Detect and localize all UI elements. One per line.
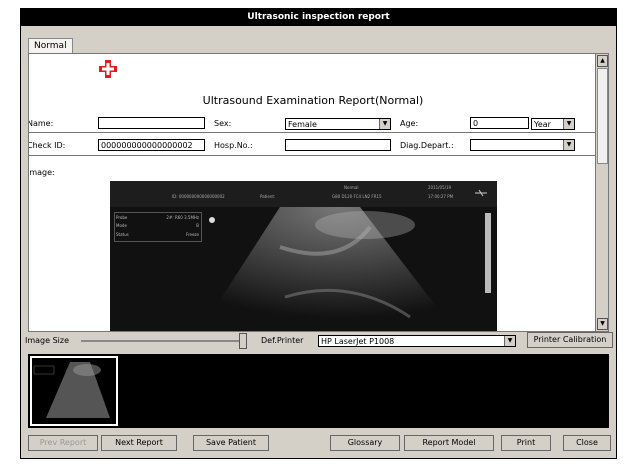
glossary-button[interactable]: Glossary (330, 435, 400, 451)
ultrasound-image: ID: 000000000000000002 Patient: Normal G… (110, 181, 497, 331)
def-printer-label: Def.Printer (261, 336, 304, 345)
us-time: 17:00:27 PM (428, 194, 454, 199)
age-field[interactable]: 0 (470, 117, 529, 129)
chevron-down-icon: ▼ (379, 119, 390, 129)
check-id-field[interactable]: 000000000000000002 (98, 139, 205, 151)
usb-icon (475, 189, 487, 197)
image-size-slider-track[interactable] (81, 340, 243, 342)
image-label: Image: (28, 168, 55, 177)
image-size-slider-handle[interactable] (239, 333, 247, 349)
chevron-down-icon: ▼ (563, 140, 574, 150)
sex-select[interactable]: Female ▼ (285, 118, 391, 130)
medical-cross-icon (99, 60, 117, 78)
scroll-down-icon[interactable]: ▼ (597, 318, 608, 330)
printer-value: HP LaserJet P1008 (321, 337, 395, 346)
us-mode-name: Normal (344, 185, 359, 190)
report-scrollbar[interactable]: ▲ ▼ (595, 54, 608, 331)
chevron-down-icon: ▼ (563, 119, 574, 129)
printer-select[interactable]: HP LaserJet P1008 ▼ (318, 335, 516, 347)
report-panel: Ultrasound Examination Report(Normal) Na… (28, 53, 609, 332)
report-window: Ultrasonic inspection report Normal Ultr… (20, 8, 617, 459)
sex-value: Female (288, 120, 317, 129)
report-model-button[interactable]: Report Model (404, 435, 494, 451)
us-date: 2011/05/19 (428, 185, 452, 190)
next-report-button[interactable]: Next Report (101, 435, 177, 451)
divider (29, 155, 597, 156)
scroll-thumb[interactable] (597, 68, 608, 164)
tab-normal[interactable]: Normal (28, 38, 73, 54)
us-patient: Patient: (260, 194, 276, 199)
report-title: Ultrasound Examination Report(Normal) (202, 94, 424, 107)
print-button[interactable]: Print (501, 435, 551, 451)
save-patient-button[interactable]: Save Patient (193, 435, 269, 451)
us-id: ID: 000000000000000002 (172, 194, 225, 199)
thumbnail-strip (28, 354, 609, 428)
thumbnail-scan-graphic (33, 362, 110, 418)
scroll-up-icon[interactable]: ▲ (597, 55, 608, 67)
prev-report-button[interactable]: Prev Report (28, 435, 98, 451)
close-button[interactable]: Close (563, 435, 611, 451)
name-field[interactable] (98, 117, 205, 129)
divider (29, 132, 597, 133)
sex-label: Sex: (214, 119, 232, 128)
check-id-label: Check ID: (28, 141, 66, 150)
ultrasound-scan-graphic (200, 207, 491, 331)
printer-calibration-button[interactable]: Printer Calibration (527, 332, 613, 348)
diag-depart-select[interactable]: ▼ (470, 139, 575, 151)
thumbnail-image[interactable] (30, 356, 118, 426)
us-params: G80 D120 FC4 LN2 FR15 (332, 194, 382, 199)
image-size-label: Image Size (25, 336, 70, 345)
age-unit-value: Year (534, 120, 551, 129)
window-title: Ultrasonic inspection report (21, 9, 616, 26)
name-label: Name: (28, 119, 54, 128)
age-unit-select[interactable]: Year ▼ (531, 118, 575, 130)
age-label: Age: (400, 119, 419, 128)
chevron-down-icon: ▼ (504, 336, 515, 346)
ultrasound-info-bar: ID: 000000000000000002 Patient: Normal G… (110, 181, 497, 207)
hosp-no-field[interactable] (285, 139, 391, 151)
hosp-no-label: Hosp.No.: (214, 141, 253, 150)
diag-depart-label: Diag.Depart.: (400, 141, 454, 150)
